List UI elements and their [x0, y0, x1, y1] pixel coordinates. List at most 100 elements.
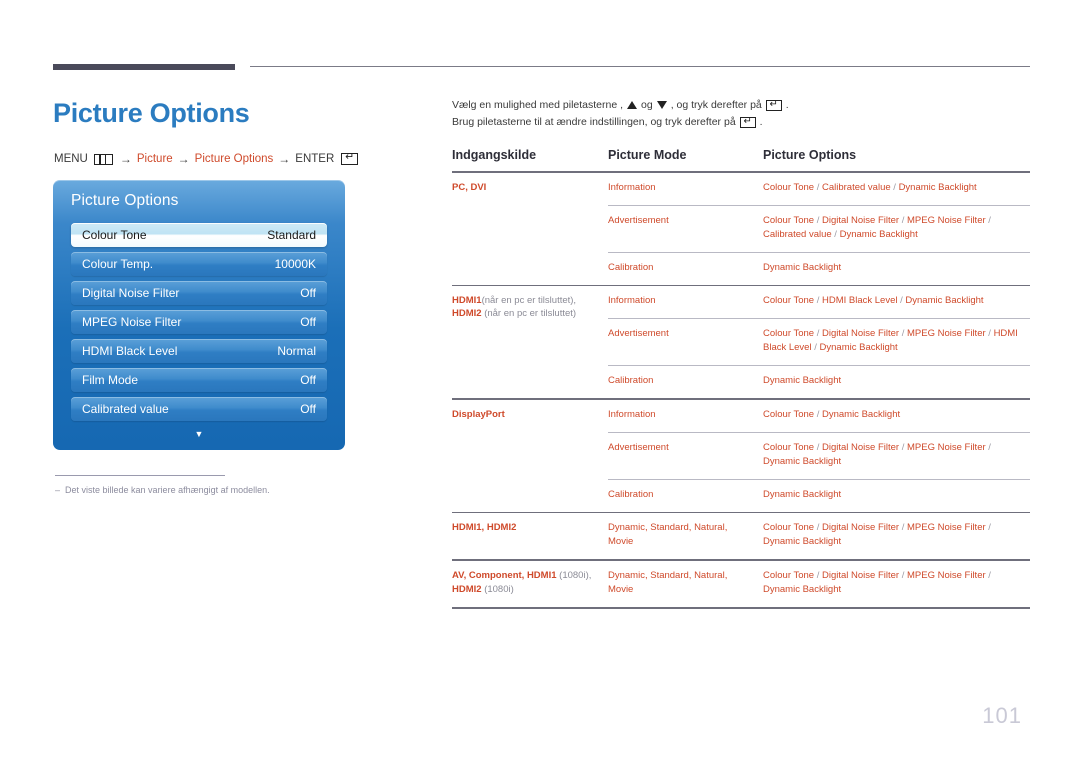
osd-option-list: Colour Tone Standard Colour Temp. 10000K…: [71, 223, 327, 426]
osd-title: Picture Options: [71, 192, 179, 209]
osd-row-value: Off: [300, 315, 316, 329]
table-cell-picture-options: Colour Tone / Digital Noise Filter / MPE…: [763, 522, 991, 548]
breadcrumb-step-picture-options: Picture Options: [194, 153, 274, 165]
breadcrumb-arrow-2: →: [177, 152, 190, 166]
table-cell-input-source: DisplayPort: [452, 400, 608, 512]
instruction-line-1: Vælg en mulighed med piletasterne , og ,…: [452, 99, 1030, 111]
enter-key-icon: ↵: [739, 116, 756, 128]
breadcrumb-arrow-1: →: [119, 152, 132, 166]
osd-row-calibrated-value[interactable]: Calibrated value Off: [71, 397, 327, 421]
table-row: Advertisement Colour Tone / Digital Nois…: [608, 433, 1030, 479]
table-cell-picture-mode: Information: [608, 295, 656, 307]
table-cell-input-source: HDMI1, HDMI2: [452, 513, 608, 559]
osd-row-label: HDMI Black Level: [82, 344, 178, 358]
table-group-pc-dvi: PC, DVI Information Colour Tone / Calibr…: [452, 173, 1030, 285]
footnote-dash: –: [55, 485, 61, 495]
instruction-line-1-b: og: [641, 99, 653, 111]
page-number: 101: [982, 703, 1022, 728]
osd-row-value: Off: [300, 286, 316, 300]
table-group-hdmi-pc: HDMI1(når en pc er tilsluttet), HDMI2 (n…: [452, 286, 1030, 398]
table-cell-picture-options: Colour Tone / Digital Noise Filter / MPE…: [763, 214, 991, 240]
source-part: HDMI2: [452, 308, 482, 320]
footnote-rule: [55, 475, 225, 476]
table-cell-picture-mode: Information: [608, 408, 656, 420]
table-header-row: Indgangskilde Picture Mode Picture Optio…: [452, 148, 1030, 171]
osd-row-colour-temp[interactable]: Colour Temp. 10000K: [71, 252, 327, 276]
source-part: HDMI1: [452, 295, 482, 307]
instruction-line-1-c: , og tryk derefter på: [670, 99, 762, 111]
source-part: (1080i),: [559, 569, 592, 581]
triangle-up-icon: [627, 101, 638, 109]
footnote: – Det viste billede kan variere afhængigt…: [55, 485, 270, 495]
breadcrumb-menu-label: MENU: [54, 153, 88, 165]
instruction-line-2-a: Brug piletasterne til at ændre indstilli…: [452, 116, 736, 128]
source-part: AV, Component, HDMI1: [452, 569, 557, 581]
menu-bars-icon: [93, 153, 113, 165]
table-cell-picture-mode: Advertisement: [608, 214, 669, 226]
table-row: Calibration Dynamic Backlight: [608, 253, 1030, 285]
footnote-text: Det viste billede kan variere afhængigt …: [65, 485, 270, 495]
table-cell-picture-mode: Information: [608, 181, 656, 193]
breadcrumb-enter-label: ENTER: [295, 153, 335, 165]
table-cell-picture-options: Colour Tone / HDMI Black Level / Dynamic…: [763, 295, 984, 307]
table-cell-picture-options: Dynamic Backlight: [763, 488, 842, 500]
instruction-line-2: Brug piletasterne til at ændre indstilli…: [452, 116, 1030, 128]
table-cell-picture-mode: Dynamic, Standard, Natural, Movie: [608, 569, 728, 595]
header-rule-thick: [53, 64, 235, 70]
source-part: DisplayPort: [452, 408, 505, 420]
osd-row-film-mode[interactable]: Film Mode Off: [71, 368, 327, 392]
table-row: Calibration Dynamic Backlight: [608, 480, 1030, 512]
table-cell-picture-options: Dynamic Backlight: [763, 375, 842, 387]
enter-key-icon: ↵: [765, 99, 782, 111]
table-row-av-component: AV, Component, HDMI1 (1080i), HDMI2 (108…: [452, 561, 1030, 607]
osd-row-label: MPEG Noise Filter: [82, 315, 182, 329]
enter-key-icon: ↵: [341, 152, 359, 165]
table-header-picture-mode: Picture Mode: [608, 148, 687, 162]
osd-row-hdmi-black-level[interactable]: HDMI Black Level Normal: [71, 339, 327, 363]
instruction-line-2-b: .: [759, 116, 763, 128]
table-cell-picture-mode: Dynamic, Standard, Natural, Movie: [608, 522, 728, 548]
table-cell-picture-mode: Calibration: [608, 488, 654, 500]
triangle-down-icon: [656, 101, 667, 109]
table-row: Calibration Dynamic Backlight: [608, 366, 1030, 398]
source-part: PC, DVI: [452, 181, 487, 193]
osd-row-value: Off: [300, 373, 316, 387]
table-cell-picture-options: Colour Tone / Digital Noise Filter / MPE…: [763, 569, 991, 595]
osd-menu-panel: Picture Options Colour Tone Standard Col…: [53, 180, 345, 450]
table-row-hdmi1-hdmi2: HDMI1, HDMI2 Dynamic, Standard, Natural,…: [452, 513, 1030, 559]
table-header-input-source: Indgangskilde: [452, 148, 537, 162]
osd-row-label: Calibrated value: [82, 402, 169, 416]
table-cell-picture-options: Colour Tone / Digital Noise Filter / MPE…: [763, 441, 991, 467]
table-row: Information Colour Tone / Calibrated val…: [608, 173, 1030, 205]
source-part: (1080i): [484, 583, 514, 595]
breadcrumb: MENU → Picture → Picture Options → ENTER…: [54, 152, 359, 166]
table-row: Information Colour Tone / HDMI Black Lev…: [608, 286, 1030, 318]
table-group-rows: Information Colour Tone / HDMI Black Lev…: [608, 286, 1030, 398]
source-part: (når en pc er tilsluttet),: [481, 295, 577, 307]
osd-row-value: Standard: [267, 228, 316, 242]
source-part: HDMI1, HDMI2: [452, 522, 517, 534]
table-cell-input-source: AV, Component, HDMI1 (1080i), HDMI2 (108…: [452, 561, 608, 607]
table-cell-picture-mode: Advertisement: [608, 441, 669, 453]
table-cell-picture-options: Dynamic Backlight: [763, 261, 842, 273]
instruction-line-1-a: Vælg en mulighed med piletasterne ,: [452, 99, 624, 111]
page-title: Picture Options: [53, 98, 250, 128]
breadcrumb-arrow-3: →: [278, 152, 291, 166]
breadcrumb-step-picture: Picture: [136, 153, 173, 165]
osd-row-label: Colour Temp.: [82, 257, 154, 271]
osd-row-label: Colour Tone: [82, 228, 147, 242]
table-row: Information Colour Tone / Dynamic Backli…: [608, 400, 1030, 432]
osd-row-mpeg-noise-filter[interactable]: MPEG Noise Filter Off: [71, 310, 327, 334]
table-cell-picture-options: Colour Tone / Calibrated value / Dynamic…: [763, 181, 977, 193]
osd-row-digital-noise-filter[interactable]: Digital Noise Filter Off: [71, 281, 327, 305]
osd-row-colour-tone[interactable]: Colour Tone Standard: [71, 223, 327, 247]
source-part: (når en pc er tilsluttet): [484, 308, 577, 320]
table-cell-picture-options: Colour Tone / Digital Noise Filter / MPE…: [763, 328, 1018, 354]
osd-row-value: Normal: [277, 344, 316, 358]
chevron-down-icon[interactable]: ▼: [53, 430, 345, 439]
document-page: Picture Options MENU → Picture → Picture…: [0, 0, 1080, 763]
table-header-picture-options: Picture Options: [763, 148, 857, 162]
instructions: Vælg en mulighed med piletasterne , og ,…: [452, 99, 1030, 133]
table-cell-picture-mode: Calibration: [608, 261, 654, 273]
table-cell-picture-options: Colour Tone / Dynamic Backlight: [763, 408, 901, 420]
